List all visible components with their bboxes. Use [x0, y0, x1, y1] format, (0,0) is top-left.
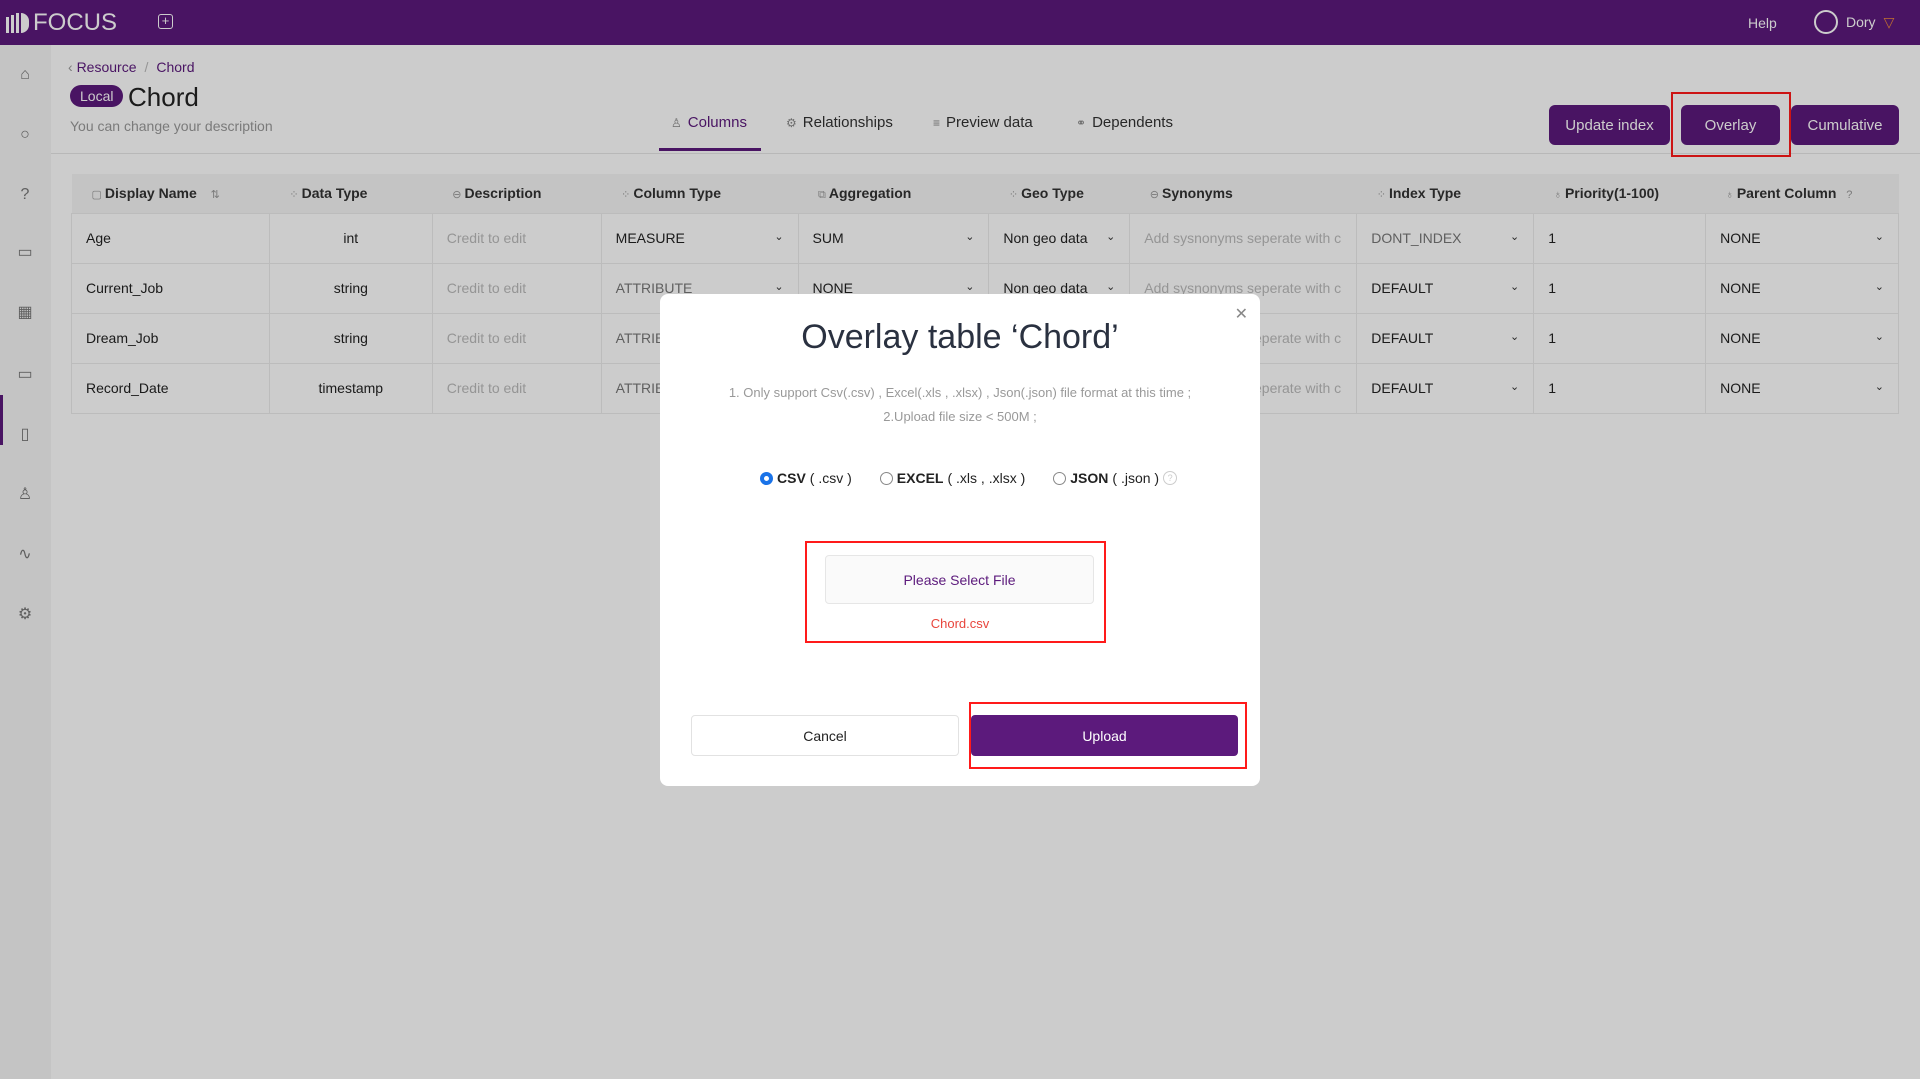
radio-label: JSON — [1070, 470, 1109, 486]
cancel-button[interactable]: Cancel — [691, 715, 959, 756]
dialog-title: Overlay table ‘Chord’ — [801, 318, 1119, 356]
highlight-box — [805, 541, 1106, 643]
size-info: 2.Upload file size < 500M ; — [883, 409, 1037, 424]
highlight-box — [969, 702, 1247, 769]
radio-csv[interactable]: CSV( .csv ) — [760, 470, 852, 486]
radio-label: CSV — [777, 470, 806, 486]
radio-excel[interactable]: EXCEL( .xls , .xlsx ) — [879, 470, 1026, 486]
radio-label: EXCEL — [896, 470, 944, 486]
overlay-dialog: ✕ Overlay table ‘Chord’ 1. Only support … — [660, 294, 1260, 786]
help-icon[interactable]: ? — [1163, 471, 1178, 485]
radio-unselected[interactable] — [1053, 471, 1067, 485]
radio-unselected[interactable] — [879, 471, 893, 485]
radio-ext: ( .json ) — [1112, 470, 1160, 486]
format-radio-group: CSV( .csv ) EXCEL( .xls , .xlsx ) JSON( … — [760, 470, 1178, 486]
radio-ext: ( .xls , .xlsx ) — [947, 470, 1026, 486]
format-info: 1. Only support Csv(.csv) , Excel(.xls ,… — [728, 385, 1192, 400]
radio-selected[interactable] — [760, 471, 773, 485]
radio-ext: ( .csv ) — [809, 470, 852, 486]
radio-json[interactable]: JSON( .json )? — [1053, 470, 1178, 486]
